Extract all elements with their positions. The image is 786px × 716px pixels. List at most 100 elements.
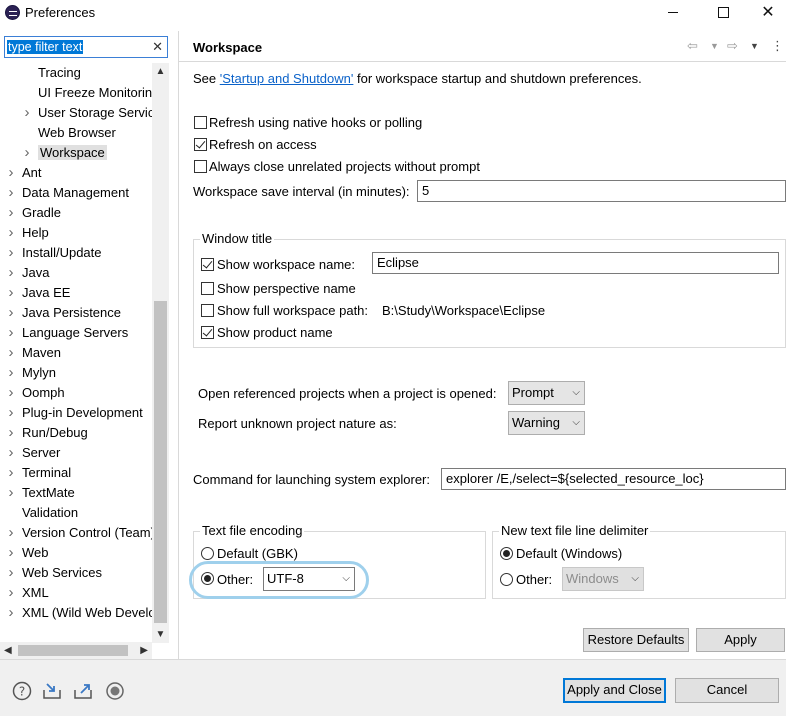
back-menu-chevron-icon[interactable]: ▼ [710, 41, 719, 51]
tree-item[interactable]: › Web [8, 543, 49, 563]
tree-item[interactable]: › Ant [8, 163, 42, 183]
unknown-nature-select[interactable]: Warning ⌵ [508, 411, 585, 435]
tree-item[interactable]: › Server [6, 443, 61, 463]
delimiter-select[interactable]: Windows ⌵ [562, 567, 644, 591]
tree-item[interactable]: › Workspace [24, 143, 107, 163]
expand-chevron-icon[interactable]: › [6, 263, 16, 283]
refresh-native-checkbox[interactable] [194, 116, 207, 129]
hscroll-thumb[interactable] [18, 645, 128, 656]
export-icon[interactable] [73, 681, 93, 701]
expand-chevron-icon[interactable]: › [6, 163, 16, 183]
record-icon[interactable] [105, 681, 125, 701]
tree-item[interactable]: › XML [8, 583, 49, 603]
cancel-button[interactable]: Cancel [675, 678, 779, 703]
tree-item[interactable]: › Java EE [6, 283, 71, 303]
expand-chevron-icon[interactable]: › [6, 363, 16, 383]
scroll-thumb[interactable] [154, 301, 167, 623]
encoding-default-radio[interactable] [201, 547, 214, 560]
tree-item[interactable]: › Plug-in Development [8, 403, 143, 423]
tree-item[interactable]: › Mylyn [8, 363, 56, 383]
expand-chevron-icon[interactable]: › [6, 383, 16, 403]
refresh-access-checkbox[interactable] [194, 138, 207, 151]
startup-shutdown-link[interactable]: 'Startup and Shutdown' [220, 71, 354, 86]
scroll-down-icon[interactable]: ▼ [152, 626, 169, 643]
explorer-command-input[interactable]: explorer /E,/select=${selected_resource_… [441, 468, 786, 490]
tree-item[interactable]: › Help [8, 223, 49, 243]
delimiter-other-radio[interactable] [500, 573, 513, 586]
expand-chevron-icon[interactable]: › [6, 223, 16, 243]
expand-chevron-icon[interactable]: › [6, 463, 16, 483]
expand-chevron-icon[interactable]: › [6, 243, 16, 263]
expand-chevron-icon[interactable]: › [22, 103, 32, 123]
restore-defaults-button[interactable]: Restore Defaults [583, 628, 689, 652]
clear-filter-icon[interactable]: ✕ [152, 39, 163, 55]
tree-item[interactable]: › User Storage Service [22, 103, 153, 123]
expand-chevron-icon[interactable]: › [6, 563, 16, 583]
tree-item[interactable]: › Java [6, 263, 50, 283]
expand-chevron-icon[interactable]: › [6, 603, 16, 623]
open-referenced-select[interactable]: Prompt ⌵ [508, 381, 585, 405]
line-delimiter-group-label: New text file line delimiter [499, 523, 651, 538]
tree-item-label: TextMate [22, 485, 75, 500]
expand-chevron-icon[interactable]: › [6, 423, 16, 443]
show-product-name-checkbox[interactable] [201, 326, 214, 339]
expand-chevron-icon[interactable]: › [6, 203, 16, 223]
tree-item[interactable]: › Web Services [8, 563, 102, 583]
expand-chevron-icon[interactable]: › [6, 183, 16, 203]
save-interval-input[interactable]: 5 [417, 180, 786, 202]
forward-icon[interactable]: ⇨ [727, 38, 738, 54]
expand-chevron-icon[interactable]: › [22, 143, 32, 163]
tree-item[interactable]: › Data Management [8, 183, 129, 203]
expand-chevron-icon[interactable]: › [6, 483, 16, 503]
view-menu-icon[interactable]: ⋮ [771, 38, 784, 54]
expand-chevron-icon[interactable]: › [6, 583, 16, 603]
expand-chevron-icon[interactable]: › [6, 523, 16, 543]
tree-item[interactable]: › Gradle [6, 203, 62, 223]
scroll-left-icon[interactable]: ◀ [4, 642, 12, 659]
expand-chevron-icon[interactable]: › [6, 543, 16, 563]
show-workspace-name-checkbox[interactable] [201, 258, 214, 271]
minimize-button[interactable] [650, 0, 696, 26]
delimiter-default-radio[interactable] [500, 547, 513, 560]
show-perspective-checkbox[interactable] [201, 282, 214, 295]
expand-chevron-icon[interactable]: › [6, 283, 16, 303]
expand-chevron-icon[interactable]: › [6, 343, 16, 363]
expand-chevron-icon[interactable]: › [6, 443, 16, 463]
tree-item[interactable]: Tracing [24, 63, 81, 83]
expand-chevron-icon[interactable]: › [6, 323, 16, 343]
back-icon[interactable]: ⇦ [687, 38, 698, 54]
maximize-button[interactable] [700, 0, 746, 26]
apply-and-close-button[interactable]: Apply and Close [563, 678, 666, 703]
close-unrelated-checkbox[interactable] [194, 160, 207, 173]
tree-item[interactable]: UI Freeze Monitoring [24, 83, 152, 103]
import-icon[interactable] [42, 681, 62, 701]
tree-item[interactable]: Web Browser [24, 123, 116, 143]
encoding-select[interactable]: UTF-8 ⌵ [263, 567, 355, 591]
forward-menu-chevron-icon[interactable]: ▼ [750, 41, 759, 51]
tree-item[interactable]: › Install/Update [8, 243, 102, 263]
scroll-up-icon[interactable]: ▲ [152, 63, 169, 80]
scroll-right-icon[interactable]: ▶ [140, 642, 148, 659]
help-icon[interactable]: ? [12, 681, 32, 701]
close-button[interactable]: ✕ [745, 0, 786, 26]
expand-chevron-icon[interactable]: › [6, 403, 16, 423]
refresh-access-label: Refresh on access [209, 137, 317, 152]
tree-item[interactable]: › Terminal [6, 463, 72, 483]
tree-item[interactable]: › Oomph [8, 383, 65, 403]
tree-item[interactable]: › TextMate [8, 483, 75, 503]
tree-item[interactable]: Validation [8, 503, 78, 523]
tree-item[interactable]: › Maven [6, 343, 62, 363]
show-full-path-checkbox[interactable] [201, 304, 214, 317]
tree-item[interactable]: › Run/Debug [8, 423, 88, 443]
filter-input[interactable]: type filter text ✕ [4, 36, 168, 58]
encoding-other-radio[interactable] [201, 572, 214, 585]
apply-button[interactable]: Apply [696, 628, 785, 652]
tree-vertical-scrollbar[interactable]: ▲ ▼ [152, 63, 169, 643]
tree-item[interactable]: › Language Servers [6, 323, 129, 343]
workspace-name-input[interactable]: Eclipse [372, 252, 779, 274]
tree-item[interactable]: › Version Control (Team) [6, 523, 153, 543]
tree-item[interactable]: › XML (Wild Web Developer) [6, 603, 153, 623]
tree-horizontal-scrollbar[interactable]: ◀ ▶ [0, 642, 152, 659]
expand-chevron-icon[interactable]: › [6, 303, 16, 323]
tree-item[interactable]: › Java Persistence [6, 303, 122, 323]
